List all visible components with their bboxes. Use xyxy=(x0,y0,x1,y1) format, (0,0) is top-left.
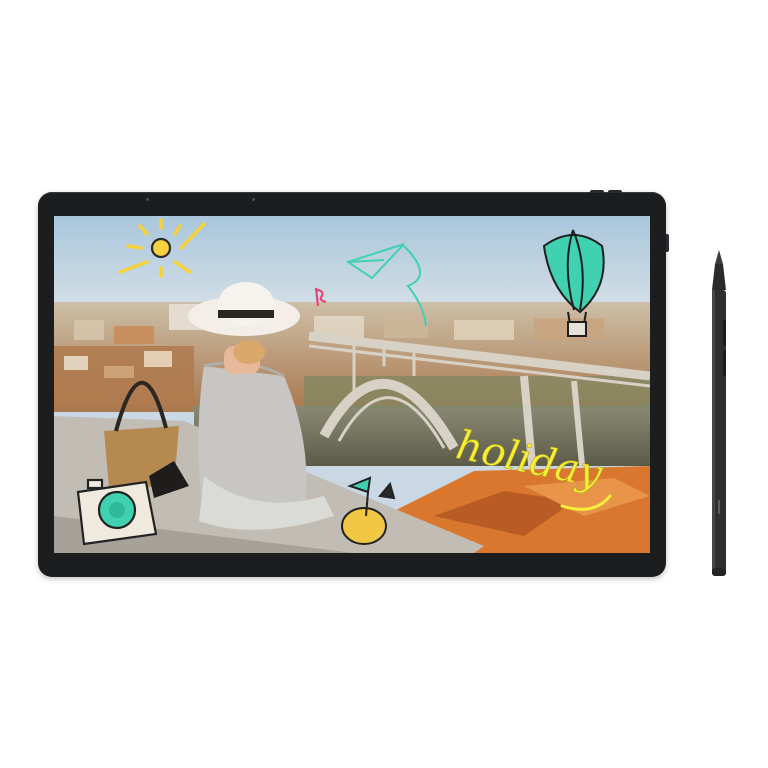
stylus-pen xyxy=(706,250,732,580)
tablet-top-button xyxy=(590,190,604,193)
product-image: holiday xyxy=(0,0,768,768)
tablet-side-button xyxy=(666,234,669,252)
sensor-dot-icon xyxy=(252,198,255,201)
screen-photo: holiday xyxy=(54,216,650,553)
brand-logo-icon xyxy=(718,500,720,514)
stylus-button xyxy=(723,350,726,376)
front-camera-icon xyxy=(146,198,149,201)
tablet-top-button xyxy=(608,190,622,193)
camera-doodle-icon xyxy=(76,478,158,546)
tablet-device: holiday xyxy=(38,190,669,577)
tablet-screen: holiday xyxy=(54,216,650,553)
stylus-button xyxy=(723,320,726,346)
